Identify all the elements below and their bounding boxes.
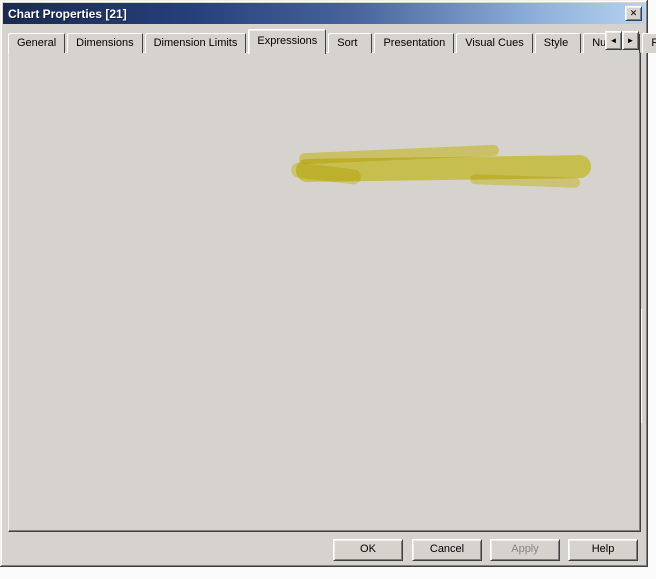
tab-strip: General Dimensions Dimension Limits Expr…: [8, 27, 656, 54]
chart-properties-dialog: Chart Properties [21] ✕ General Dimensio…: [0, 0, 656, 567]
cancel-button[interactable]: Cancel: [412, 539, 482, 561]
tab-sort[interactable]: Sort: [328, 33, 373, 53]
window-title: Chart Properties [21]: [8, 6, 127, 21]
tab-scroll-buttons: ◄ ►: [605, 31, 639, 50]
tab-dimension-limits[interactable]: Dimension Limits: [144, 33, 247, 53]
help-button[interactable]: Help: [568, 539, 638, 561]
tab-style[interactable]: Style: [534, 33, 582, 53]
tab-expressions[interactable]: Expressions: [248, 29, 327, 54]
tab-font[interactable]: Font: [642, 33, 656, 53]
apply-button[interactable]: Apply: [490, 539, 560, 561]
close-icon: ✕: [629, 8, 638, 18]
tab-dimensions[interactable]: Dimensions: [67, 33, 143, 53]
tab-general[interactable]: General: [8, 33, 66, 53]
titlebar[interactable]: Chart Properties [21] ✕: [3, 3, 645, 24]
tab-presentation[interactable]: Presentation: [374, 33, 455, 53]
ok-button[interactable]: OK: [333, 539, 403, 561]
tab-scroll-left-icon: ◄: [609, 36, 618, 45]
close-button[interactable]: ✕: [625, 6, 642, 21]
tab-scroll-right-button[interactable]: ►: [622, 31, 639, 50]
expressions-tab-page: [8, 52, 641, 532]
tab-scroll-left-button[interactable]: ◄: [605, 31, 622, 50]
tab-scroll-right-icon: ►: [626, 36, 635, 45]
tab-visual-cues[interactable]: Visual Cues: [456, 33, 533, 53]
